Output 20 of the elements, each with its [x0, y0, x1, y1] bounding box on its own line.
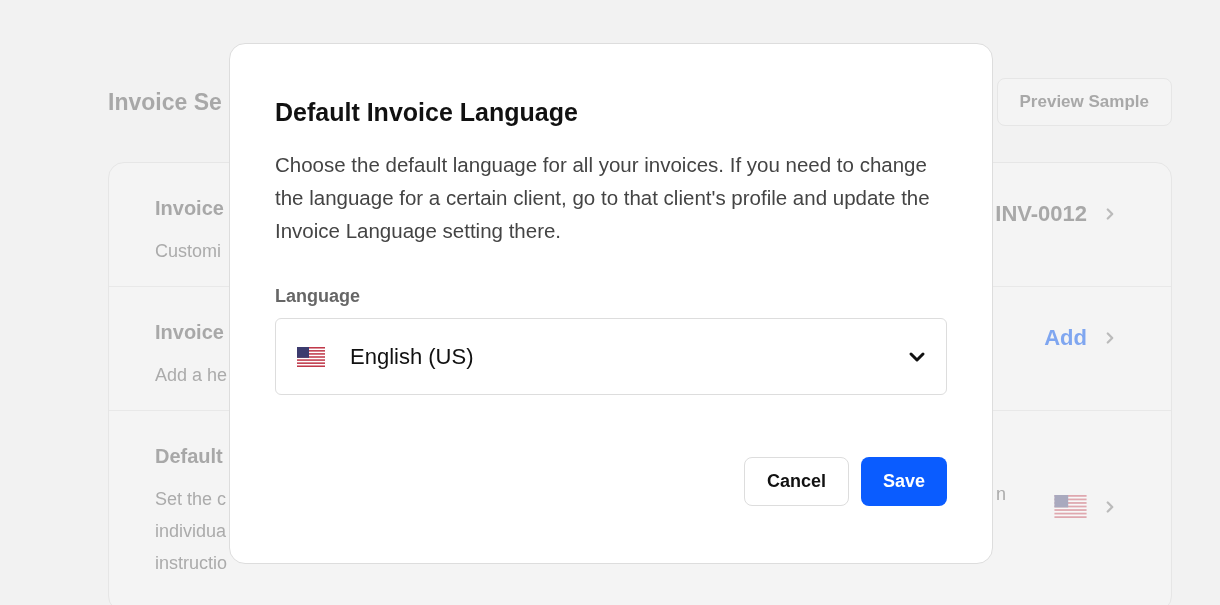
flag-icon	[1054, 495, 1087, 518]
setting-description: individua	[155, 520, 228, 543]
setting-title: Invoice	[155, 320, 225, 345]
setting-description: Add a he	[155, 364, 229, 387]
description-tail: n	[996, 483, 1006, 506]
setting-description: Customi	[155, 240, 222, 263]
setting-value: INV-0012	[995, 200, 1087, 228]
field-label: Language	[275, 285, 361, 308]
setting-description: instructio	[155, 552, 229, 575]
us-flag-icon	[297, 346, 325, 367]
dialog-description: Choose the default language for all your invoices. If you need to change the language for a certain client, go to that client's profile and update the Invoice Language setting there.	[275, 152, 931, 244]
dialog-title: Default Invoice Language	[275, 97, 579, 128]
language-select[interactable]: English (US)	[275, 318, 947, 395]
setting-title: Invoice	[155, 196, 225, 221]
selected-language: English (US)	[350, 343, 474, 371]
setting-title: Default	[155, 444, 224, 469]
save-button[interactable]: Save	[860, 457, 947, 506]
page-title: Invoice Se	[108, 87, 222, 117]
setting-description: Set the c	[155, 488, 228, 511]
cancel-button[interactable]: Cancel	[743, 457, 849, 506]
